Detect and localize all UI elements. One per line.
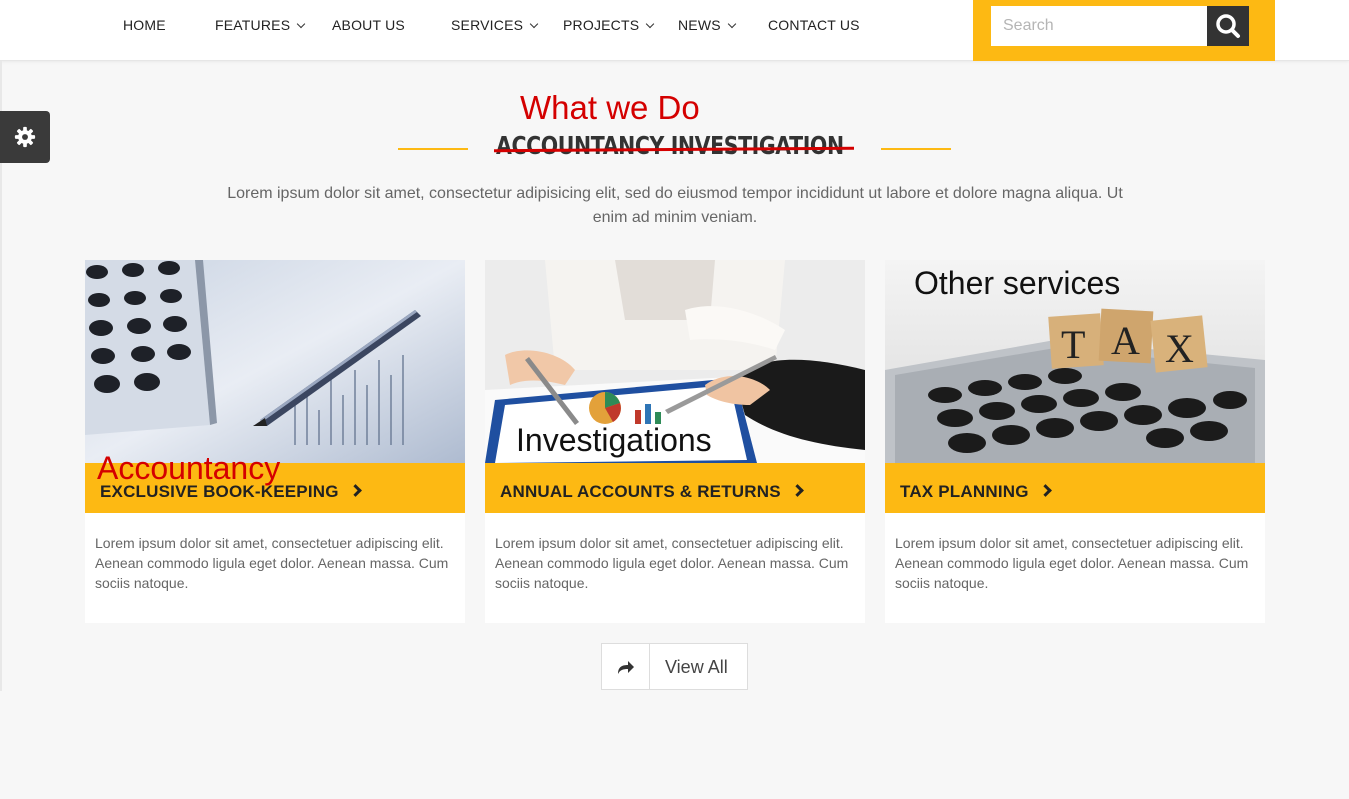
service-card-tax-planning: T A X TAX PLANNING Other services Lorem … xyxy=(885,260,1265,623)
search-icon xyxy=(1216,14,1240,38)
nav-features-label: FEATURES xyxy=(215,17,291,33)
title-divider-left xyxy=(398,148,468,150)
card-description: Lorem ipsum dolor sit amet, consectetuer… xyxy=(495,535,849,591)
search-input[interactable] xyxy=(991,6,1207,46)
nav-about-label: ABOUT US xyxy=(332,17,405,33)
card-link-annual-accounts[interactable]: ANNUAL ACCOUNTS & RETURNS xyxy=(485,463,865,513)
section-title: ACCOUNTANCY INVESTIGATION xyxy=(496,131,844,160)
card-link-tax-planning[interactable]: TAX PLANNING xyxy=(885,463,1265,513)
site-header: HOME FEATURES ABOUT US SERVICES PROJECTS… xyxy=(0,0,1349,61)
nav-features[interactable]: FEATURES xyxy=(215,17,306,33)
nav-contact-label: CONTACT US xyxy=(768,17,860,33)
chevron-down-icon xyxy=(646,19,655,29)
nav-home-label: HOME xyxy=(123,17,166,33)
nav-about-us[interactable]: ABOUT US xyxy=(332,17,405,33)
nav-home[interactable]: HOME xyxy=(123,17,166,33)
annotation-investigations: Investigations xyxy=(516,422,712,458)
chevron-down-icon xyxy=(297,19,306,29)
nav-news[interactable]: NEWS xyxy=(678,17,737,33)
tax-block-x: X xyxy=(1165,326,1194,371)
annotation-other-services: Other services xyxy=(914,265,1121,301)
view-all-button[interactable]: View All xyxy=(601,643,748,690)
nav-news-label: NEWS xyxy=(678,17,721,33)
service-card-bookkeeping: EXCLUSIVE BOOK-KEEPING Accountancy Lorem… xyxy=(85,260,465,623)
view-all-label: View All xyxy=(665,657,728,677)
nav-services-label: SERVICES xyxy=(451,17,524,33)
chevron-right-icon xyxy=(1038,484,1052,497)
tax-block-t: T xyxy=(1061,322,1085,367)
card-title-tax-planning: TAX PLANNING xyxy=(900,482,1029,501)
chevron-down-icon xyxy=(529,19,539,29)
card-description: Lorem ipsum dolor sit amet, consectetuer… xyxy=(895,535,1249,591)
nav-services[interactable]: SERVICES xyxy=(451,17,539,33)
chevron-down-icon xyxy=(727,19,737,29)
service-card-annual-accounts: ANNUAL ACCOUNTS & RETURNS Investigations… xyxy=(485,260,865,623)
chevron-right-icon xyxy=(790,484,804,497)
nav-contact-us[interactable]: CONTACT US xyxy=(768,17,860,33)
card-image-calculator xyxy=(85,260,465,463)
gear-icon xyxy=(14,126,36,148)
chevron-right-icon xyxy=(348,484,362,497)
card-description: Lorem ipsum dolor sit amet, consectetuer… xyxy=(95,535,449,591)
annotation-what-we-do: What we Do xyxy=(520,89,700,126)
search-area xyxy=(973,0,1275,61)
search-button[interactable] xyxy=(1207,6,1249,46)
view-all-icon-cell xyxy=(602,644,650,689)
nav-projects[interactable]: PROJECTS xyxy=(563,17,655,33)
title-divider-right xyxy=(881,148,951,150)
card-title-annual-accounts: ANNUAL ACCOUNTS & RETURNS xyxy=(500,482,781,501)
settings-toggle[interactable] xyxy=(0,111,50,163)
annotation-accountancy: Accountancy xyxy=(97,450,281,486)
tax-block-a: A xyxy=(1111,318,1140,363)
section-intro: Lorem ipsum dolor sit amet, consectetur … xyxy=(227,185,1123,226)
share-arrow-icon xyxy=(617,660,634,674)
nav-projects-label: PROJECTS xyxy=(563,17,640,33)
